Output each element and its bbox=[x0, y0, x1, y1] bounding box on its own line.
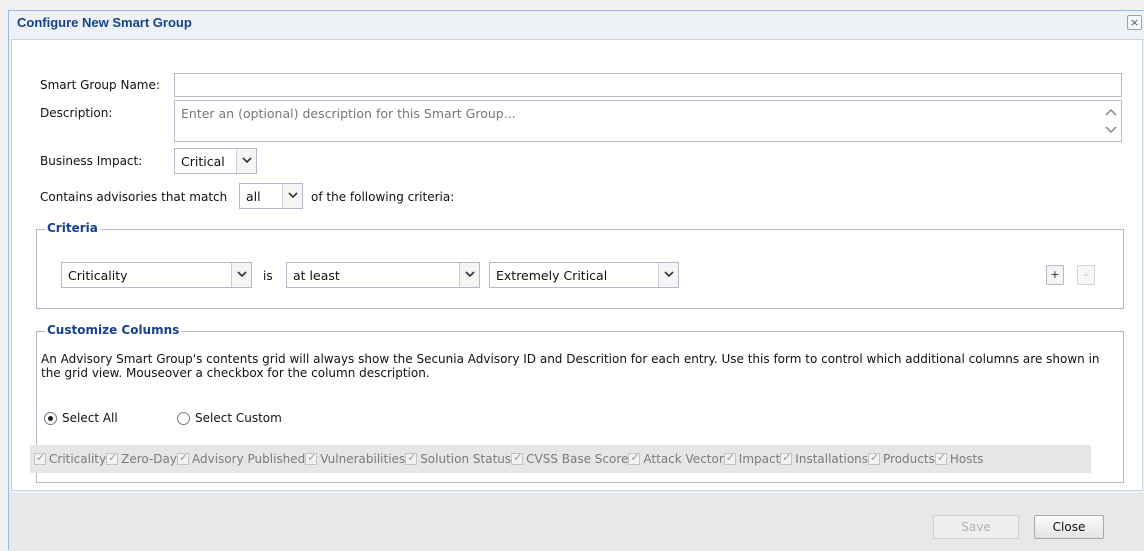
checkbox-icon[interactable] bbox=[723, 451, 736, 465]
column-label: Products bbox=[883, 452, 935, 466]
checkbox-icon[interactable] bbox=[934, 451, 947, 465]
column-checkbox-row: Criticality Zero-Day Advisory Published … bbox=[30, 445, 1091, 473]
column-checkbox-products[interactable]: Products bbox=[868, 451, 935, 466]
column-label: Advisory Published bbox=[192, 452, 306, 466]
checkbox-icon[interactable] bbox=[34, 451, 46, 465]
checkbox-icon[interactable] bbox=[405, 451, 418, 465]
select-custom-label[interactable]: Select Custom bbox=[195, 411, 282, 425]
column-checkbox-criticality[interactable]: Criticality bbox=[34, 451, 107, 466]
chevron-down-icon[interactable] bbox=[282, 184, 302, 208]
column-checkbox-solution-status[interactable]: Solution Status bbox=[405, 451, 512, 466]
criteria-field-select[interactable]: Criticality bbox=[61, 262, 252, 288]
checkbox-icon[interactable] bbox=[868, 451, 881, 465]
column-checkbox-zero-day[interactable]: Zero-Day bbox=[106, 451, 177, 466]
match-mode-value: all bbox=[246, 189, 261, 204]
criteria-operator-value: at least bbox=[293, 268, 340, 283]
chevron-down-icon[interactable] bbox=[236, 149, 256, 173]
columns-description: An Advisory Smart Group's contents grid … bbox=[41, 352, 1100, 380]
column-label: CVSS Base Score bbox=[526, 452, 629, 466]
column-checkbox-vulnerabilities[interactable]: Vulnerabilities bbox=[305, 451, 406, 466]
business-impact-label: Business Impact: bbox=[40, 154, 143, 168]
criteria-operator-select[interactable]: at least bbox=[286, 262, 480, 288]
dialog-titlebar: Configure New Smart Group × bbox=[9, 11, 1144, 35]
checkbox-icon[interactable] bbox=[305, 451, 318, 465]
dialog-body: Smart Group Name: Description: Enter an … bbox=[11, 39, 1143, 491]
customize-columns-legend: Customize Columns bbox=[45, 323, 182, 337]
description-label: Description: bbox=[40, 106, 113, 120]
select-all-label[interactable]: Select All bbox=[62, 411, 118, 425]
close-button[interactable]: Close bbox=[1034, 515, 1104, 539]
dialog-title: Configure New Smart Group bbox=[17, 15, 192, 30]
checkbox-icon[interactable] bbox=[780, 451, 793, 465]
column-checkbox-hosts[interactable]: Hosts bbox=[934, 451, 984, 466]
column-checkbox-cvss-base-score[interactable]: CVSS Base Score bbox=[511, 451, 629, 466]
criteria-is-label: is bbox=[263, 269, 273, 283]
column-label: Attack Vector bbox=[643, 452, 724, 466]
checkbox-icon[interactable] bbox=[628, 451, 641, 465]
business-impact-select[interactable]: Critical bbox=[174, 148, 257, 174]
select-custom-radio[interactable] bbox=[177, 412, 190, 425]
column-checkbox-installations[interactable]: Installations bbox=[780, 451, 869, 466]
match-mode-select[interactable]: all bbox=[239, 183, 303, 209]
business-impact-value: Critical bbox=[181, 154, 225, 169]
chevron-down-icon[interactable] bbox=[658, 263, 678, 287]
configure-smart-group-dialog: Configure New Smart Group × Smart Group … bbox=[8, 10, 1144, 551]
criteria-fieldset: Criteria Criticality is at least Extreme… bbox=[36, 221, 1124, 309]
column-label: Solution Status bbox=[420, 452, 512, 466]
chevron-down-icon[interactable] bbox=[231, 263, 251, 287]
column-checkbox-advisory-published[interactable]: Advisory Published bbox=[177, 451, 306, 466]
column-label: Zero-Day bbox=[121, 452, 177, 466]
criteria-level-select[interactable]: Extremely Critical bbox=[489, 262, 679, 288]
column-checkbox-impact[interactable]: Impact bbox=[723, 451, 781, 466]
chevron-up-icon[interactable] bbox=[1105, 107, 1117, 117]
checkbox-icon[interactable] bbox=[511, 451, 524, 465]
smart-group-name-input[interactable] bbox=[174, 73, 1122, 97]
match-prefix-label: Contains advisories that match bbox=[40, 190, 228, 204]
match-suffix-label: of the following criteria: bbox=[311, 190, 455, 204]
dialog-footer: Save Close bbox=[9, 493, 1144, 551]
criteria-level-value: Extremely Critical bbox=[496, 268, 608, 283]
select-all-radio[interactable] bbox=[44, 412, 57, 425]
chevron-down-icon[interactable] bbox=[459, 263, 479, 287]
description-placeholder: Enter an (optional) description for this… bbox=[181, 106, 516, 121]
column-label: Vulnerabilities bbox=[320, 452, 406, 466]
column-label: Criticality bbox=[49, 452, 107, 466]
column-label: Impact bbox=[738, 452, 781, 466]
chevron-down-icon[interactable] bbox=[1105, 125, 1117, 135]
column-label: Hosts bbox=[949, 452, 984, 466]
criteria-legend: Criteria bbox=[45, 221, 100, 235]
column-checkbox-attack-vector[interactable]: Attack Vector bbox=[628, 451, 724, 466]
criteria-field-value: Criticality bbox=[68, 268, 128, 283]
add-criteria-button[interactable]: + bbox=[1046, 265, 1064, 285]
description-textarea[interactable]: Enter an (optional) description for this… bbox=[174, 100, 1122, 142]
remove-criteria-button[interactable]: - bbox=[1077, 265, 1095, 285]
save-button[interactable]: Save bbox=[933, 515, 1019, 539]
smart-group-name-label: Smart Group Name: bbox=[40, 78, 160, 92]
checkbox-icon[interactable] bbox=[106, 451, 119, 465]
close-icon[interactable]: × bbox=[1127, 15, 1142, 30]
checkbox-icon[interactable] bbox=[177, 451, 189, 465]
column-label: Installations bbox=[795, 452, 869, 466]
